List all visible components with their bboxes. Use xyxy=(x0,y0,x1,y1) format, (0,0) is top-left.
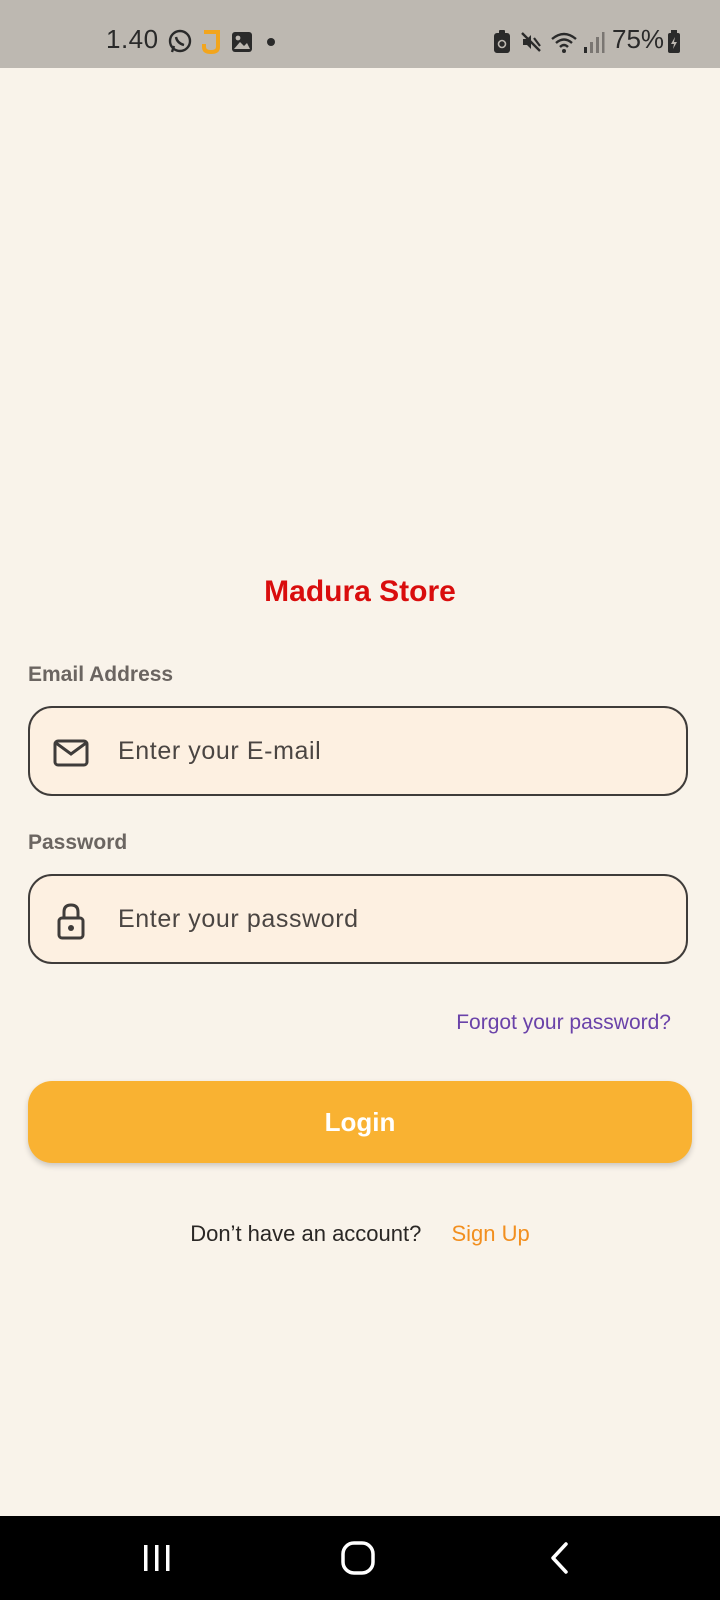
wifi-icon xyxy=(548,28,580,56)
mail-icon xyxy=(52,734,90,772)
back-icon[interactable] xyxy=(530,1534,590,1582)
email-input[interactable] xyxy=(118,708,668,794)
password-field-container[interactable] xyxy=(28,874,688,964)
recents-icon[interactable] xyxy=(127,1534,187,1582)
navigation-bar xyxy=(0,1516,720,1600)
whatsapp-icon xyxy=(166,28,194,56)
password-input[interactable] xyxy=(118,876,668,962)
forgot-password-link[interactable]: Forgot your password? xyxy=(456,1011,671,1035)
lock-icon xyxy=(52,902,90,940)
gallery-icon xyxy=(229,28,255,56)
battery-saver-icon xyxy=(490,28,514,56)
signup-link[interactable]: Sign Up xyxy=(452,1221,530,1246)
battery-icon xyxy=(666,28,682,56)
login-button[interactable]: Login xyxy=(28,1081,692,1163)
dot-icon xyxy=(264,28,278,56)
status-bar: 1.40 75% xyxy=(0,0,720,68)
email-field-container[interactable] xyxy=(28,706,688,796)
signup-prompt: Don’t have an account? xyxy=(190,1221,422,1246)
app-title: Madura Store xyxy=(264,575,456,608)
email-label: Email Address xyxy=(28,663,174,686)
home-icon[interactable] xyxy=(328,1534,388,1582)
app-notification-icon xyxy=(198,28,224,56)
status-time: 1.40 xyxy=(106,24,159,54)
mute-icon xyxy=(518,28,544,56)
signup-row: Don’t have an account? Sign Up xyxy=(0,1221,720,1247)
password-label: Password xyxy=(28,831,128,854)
battery-percentage: 75% xyxy=(612,24,665,54)
signal-icon xyxy=(582,28,606,56)
